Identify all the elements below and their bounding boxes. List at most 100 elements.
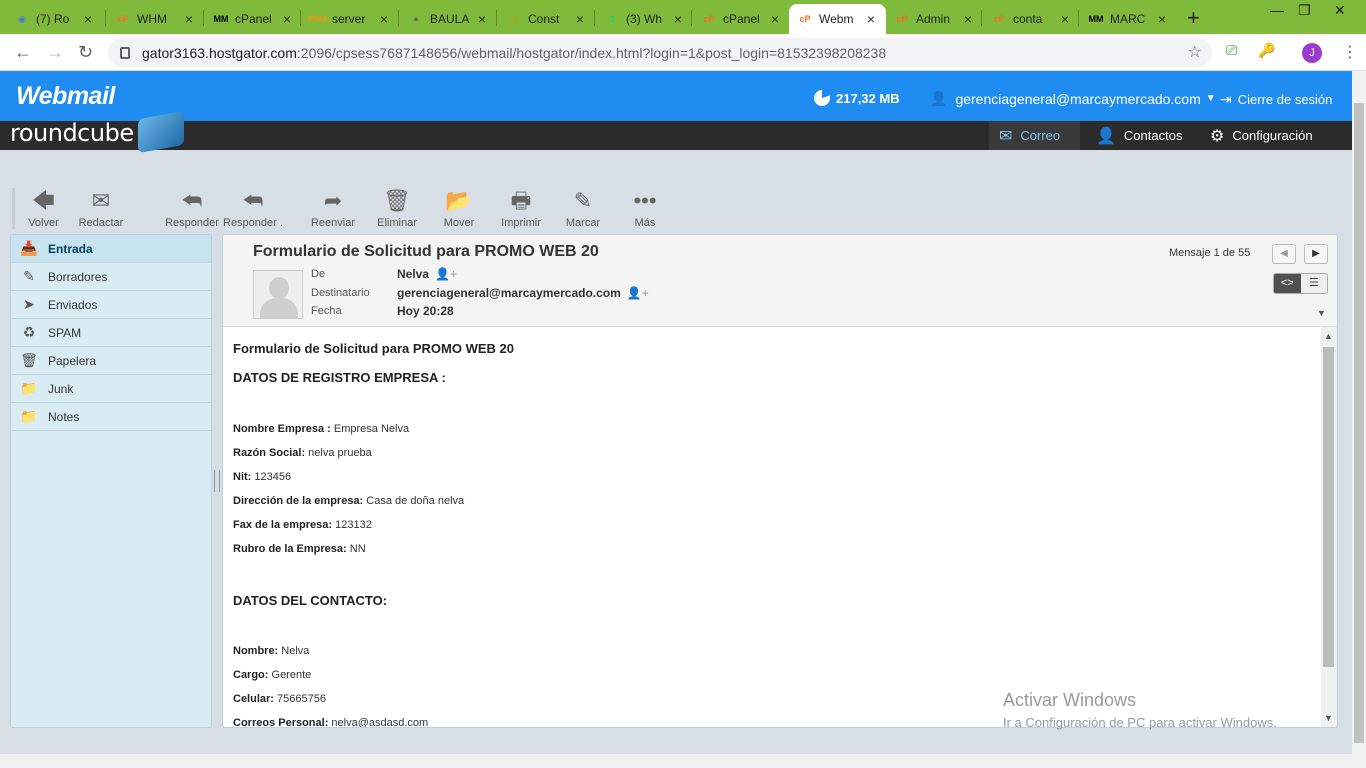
browser-tab[interactable]: cP WHM × bbox=[107, 4, 204, 34]
tab-close-icon[interactable]: × bbox=[671, 11, 685, 27]
logout-label: Cierre de sesión bbox=[1237, 92, 1333, 107]
print-icon: 🖶 bbox=[510, 188, 532, 213]
message-scroll-thumb[interactable] bbox=[1323, 347, 1334, 667]
mail-icon: ✉ bbox=[999, 127, 1013, 145]
tab-title: BAULA bbox=[430, 12, 470, 26]
message-subject: Formulario de Solicitud para PROMO WEB 2… bbox=[253, 243, 599, 260]
reply-all-icon: ⮪ bbox=[242, 188, 264, 213]
move-button[interactable]: 📂 Mover bbox=[429, 188, 489, 229]
folder-inbox[interactable]: 📥 Entrada bbox=[11, 235, 211, 263]
reload-icon[interactable]: ↻ bbox=[78, 42, 93, 63]
folder-notes[interactable]: 📁 Notes bbox=[11, 403, 211, 431]
logout-icon: ⇥ bbox=[1220, 91, 1232, 107]
tab-title: cPanel bbox=[235, 12, 272, 26]
url-input[interactable]: gator3163.hostgator.com:2096/cpsess76871… bbox=[108, 38, 1212, 67]
add-contact-icon[interactable]: 👤+ bbox=[627, 286, 649, 300]
nav-contacts[interactable]: 👤 Contactos bbox=[1086, 121, 1192, 150]
folder-trash[interactable]: 🗑 Papelera bbox=[11, 347, 211, 375]
bookmark-star-icon[interactable]: ☆ bbox=[1188, 42, 1202, 62]
nav-settings[interactable]: ⚙ Configuración bbox=[1200, 121, 1323, 150]
from-value[interactable]: Nelva 👤+ bbox=[397, 267, 457, 281]
more-button[interactable]: ••• Más bbox=[615, 188, 675, 229]
tab-close-icon[interactable]: × bbox=[768, 11, 782, 27]
message-scrollbar[interactable]: ▲ ▼ bbox=[1321, 327, 1337, 727]
browser-menu-icon[interactable]: ⋮ bbox=[1342, 42, 1358, 62]
forward-button[interactable]: ➦ Reenviar bbox=[303, 188, 363, 229]
html-view-icon[interactable]: <> bbox=[1274, 274, 1301, 293]
reply-button[interactable]: ⮪ Responder bbox=[162, 188, 222, 229]
user-email: gerenciageneral@marcaymercado.com bbox=[955, 90, 1201, 107]
to-value[interactable]: gerenciageneral@marcaymercado.com 👤+ bbox=[397, 286, 649, 300]
browser-tab[interactable]: cP cPanel × bbox=[693, 4, 790, 34]
browser-tab[interactable]: ◉ (7) Ro × bbox=[6, 4, 103, 34]
print-button[interactable]: 🖶 Imprimir bbox=[491, 188, 551, 229]
tab-close-icon[interactable]: × bbox=[377, 11, 391, 27]
browser-tab[interactable]: cP Admin × bbox=[886, 4, 983, 34]
compose-button[interactable]: ✉ Redactar bbox=[71, 188, 131, 229]
body-field: Celular: 75665756 bbox=[233, 693, 326, 705]
logout-link[interactable]: ⇥ Cierre de sesión bbox=[1220, 91, 1332, 108]
browser-tab[interactable]: 3 (3) Wh × bbox=[596, 4, 693, 34]
page-scrollbar[interactable] bbox=[1352, 71, 1366, 754]
tab-close-icon[interactable]: × bbox=[81, 11, 95, 27]
back-button[interactable]: 🡄 Volver bbox=[12, 188, 72, 229]
contacts-icon: 👤 bbox=[1096, 127, 1116, 145]
folder-move-icon: 📂 bbox=[445, 188, 473, 213]
browser-tab[interactable]: ● BAULA × bbox=[400, 4, 497, 34]
minimize-icon[interactable]: — bbox=[1270, 2, 1284, 18]
browser-tab[interactable]: cP conta × bbox=[983, 4, 1080, 34]
folder-spam[interactable]: ♻ SPAM bbox=[11, 319, 211, 347]
scroll-down-icon[interactable]: ▼ bbox=[1324, 713, 1333, 723]
restore-icon[interactable]: ❐ bbox=[1298, 2, 1311, 19]
pane-splitter[interactable] bbox=[214, 470, 220, 492]
extension-key-icon[interactable]: 🔑 bbox=[1258, 42, 1275, 59]
browser-tab[interactable]: MM cPanel × bbox=[205, 4, 302, 34]
tab-favicon-icon: ◎ bbox=[510, 13, 518, 24]
tab-close-icon[interactable]: × bbox=[182, 11, 196, 27]
inbox-icon: 📥 bbox=[20, 240, 38, 256]
prev-message-button[interactable]: ◀ bbox=[1272, 244, 1296, 264]
nav-contacts-label: Contactos bbox=[1123, 128, 1183, 143]
folder-junk[interactable]: 📁 Junk bbox=[11, 375, 211, 403]
tab-close-icon[interactable]: × bbox=[475, 11, 489, 27]
tab-separator bbox=[981, 10, 982, 26]
browser-tab[interactable]: cP Webm × bbox=[789, 4, 886, 34]
add-contact-icon[interactable]: 👤+ bbox=[435, 267, 457, 281]
page-scroll-thumb[interactable] bbox=[1354, 103, 1364, 743]
delete-button[interactable]: 🗑 Eliminar bbox=[367, 188, 427, 229]
browser-tab[interactable]: ◎ Const × bbox=[498, 4, 595, 34]
folder-sent[interactable]: ➤ Enviados bbox=[11, 291, 211, 319]
folder-icon: 📁 bbox=[20, 408, 38, 424]
page-horizontal-scrollbar[interactable] bbox=[0, 754, 1366, 768]
tab-favicon-icon: cP bbox=[993, 14, 1005, 24]
address-bar: ← → ↻ gator3163.hostgator.com:2096/cpses… bbox=[0, 34, 1366, 71]
back-arrow-icon[interactable]: ← bbox=[14, 42, 32, 63]
scroll-up-icon[interactable]: ▲ bbox=[1324, 331, 1333, 341]
tab-close-icon[interactable]: × bbox=[1155, 11, 1169, 27]
profile-avatar[interactable]: J bbox=[1302, 43, 1322, 63]
tab-close-icon[interactable]: × bbox=[961, 11, 975, 27]
folder-drafts[interactable]: ✎ Borradores bbox=[11, 263, 211, 291]
next-message-button[interactable]: ▶ bbox=[1304, 244, 1328, 264]
headers-toggle-icon[interactable]: ▼ bbox=[1317, 308, 1326, 318]
webmail-logo[interactable]: Webmail bbox=[16, 82, 115, 111]
drafts-icon: ✎ bbox=[23, 268, 35, 284]
extension-new-icon[interactable]: ⎚ bbox=[1226, 42, 1237, 59]
tab-separator bbox=[398, 10, 399, 26]
nav-mail[interactable]: ✉ Correo bbox=[989, 121, 1080, 150]
user-menu[interactable]: 👤 gerenciageneral@marcaymercado.com ▼ bbox=[930, 90, 1216, 107]
mark-button[interactable]: ✎ Marcar bbox=[553, 188, 613, 229]
tab-close-icon[interactable]: × bbox=[864, 11, 878, 27]
trash-icon: 🗑 bbox=[20, 352, 38, 368]
forward-arrow-icon[interactable]: → bbox=[46, 42, 64, 63]
new-tab-button[interactable]: + bbox=[1187, 5, 1200, 31]
browser-tab[interactable]: PMA server × bbox=[302, 4, 399, 34]
browser-tab[interactable]: MM MARC × bbox=[1080, 4, 1177, 34]
tab-close-icon[interactable]: × bbox=[573, 11, 587, 27]
message-body: Formulario de Solicitud para PROMO WEB 2… bbox=[223, 327, 1321, 727]
tab-close-icon[interactable]: × bbox=[1058, 11, 1072, 27]
reply-all-button[interactable]: ⮪ Responder ... bbox=[223, 188, 283, 229]
close-window-icon[interactable]: ✕ bbox=[1334, 2, 1346, 19]
tab-close-icon[interactable]: × bbox=[280, 11, 294, 27]
plain-view-icon[interactable]: ☰ bbox=[1300, 274, 1327, 293]
